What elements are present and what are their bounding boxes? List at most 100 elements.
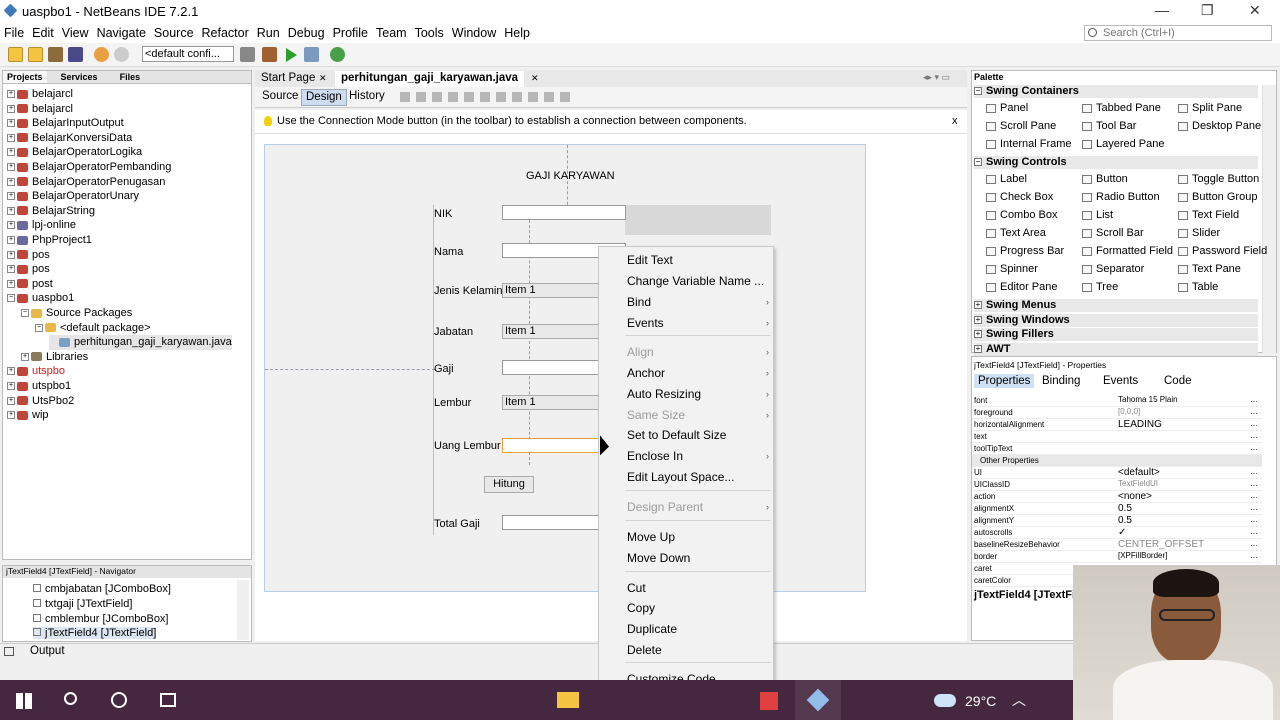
palette-item[interactable]: Label (986, 173, 1027, 185)
property-row[interactable]: toolTipText… (972, 443, 1262, 455)
windows-start-icon[interactable] (16, 693, 32, 709)
total-gaji-field[interactable] (502, 515, 612, 530)
menu-debug[interactable]: Debug (284, 24, 329, 40)
palette-section-header[interactable]: + Swing Windows (974, 313, 1258, 327)
tree-item[interactable]: + utspbo1 (7, 379, 71, 394)
tree-item[interactable]: + BelajarOperatorPembanding (7, 160, 171, 175)
expand-icon[interactable]: + (21, 352, 29, 361)
new-file-icon[interactable] (8, 47, 23, 62)
palette-item[interactable]: Split Pane (1178, 102, 1242, 114)
menu-view[interactable]: View (58, 24, 93, 40)
property-row[interactable]: UIClassID TextFieldUI… (972, 479, 1262, 491)
collapse-icon[interactable]: − (7, 294, 15, 303)
property-editor-button[interactable]: … (1250, 479, 1260, 490)
app-icon[interactable] (760, 692, 778, 710)
property-editor-button[interactable]: … (1250, 515, 1260, 526)
search-icon[interactable] (64, 692, 77, 705)
tab-services[interactable]: Services (57, 71, 102, 83)
collapse-icon[interactable]: − (974, 87, 982, 96)
chevron-up-icon[interactable]: ︿ (1012, 690, 1026, 710)
expand-icon[interactable]: + (7, 206, 15, 215)
palette-item[interactable]: Tabbed Pane (1082, 102, 1161, 114)
menu-run[interactable]: Run (253, 24, 284, 40)
palette-item[interactable]: Progress Bar (986, 245, 1064, 257)
output-tab[interactable]: Output (30, 645, 65, 657)
palette-section-header[interactable]: + AWT (974, 342, 1258, 356)
restore-button[interactable]: ❐ (1201, 2, 1214, 19)
property-value[interactable]: <default> (1118, 467, 1160, 478)
property-value[interactable]: <none> (1118, 491, 1152, 502)
tree-item[interactable]: + lpj-online (7, 218, 76, 233)
nav-item[interactable]: txtgaji [JTextField] (33, 598, 132, 610)
events-tab[interactable]: Events (1103, 375, 1138, 387)
expand-icon[interactable]: + (7, 367, 15, 376)
expand-icon[interactable]: + (974, 330, 982, 339)
context-menu-item[interactable]: Anchor (627, 366, 665, 380)
expand-icon[interactable]: + (974, 344, 982, 353)
palette-item[interactable]: Combo Box (986, 209, 1057, 221)
property-row[interactable]: horizontalAlignment LEADING… (972, 419, 1262, 431)
hint-close-button[interactable]: x (952, 115, 958, 127)
expand-icon[interactable]: + (7, 163, 15, 172)
cortana-icon[interactable] (111, 692, 127, 708)
palette-item[interactable]: Desktop Pane (1178, 120, 1261, 132)
tree-item[interactable]: + BelajarString (7, 204, 95, 219)
editor-window-controls[interactable]: ◂▸ ▾ ▭ (923, 72, 950, 83)
new-project-icon[interactable] (28, 47, 43, 62)
open-project-icon[interactable] (48, 47, 63, 62)
jenis-kelamin-combo[interactable]: Item 1 (502, 283, 612, 298)
property-row[interactable]: UI <default>… (972, 467, 1262, 479)
property-value[interactable]: CENTER_OFFSET (1118, 539, 1204, 550)
context-menu-item[interactable]: Copy (627, 601, 655, 615)
palette-item[interactable]: Scroll Pane (986, 120, 1056, 132)
minimize-button[interactable]: — (1155, 2, 1169, 18)
nav-item[interactable]: cmbjabatan [JComboBox] (33, 583, 171, 595)
palette-item[interactable]: Text Area (986, 227, 1046, 239)
property-row[interactable]: action <none>… (972, 491, 1262, 503)
tree-item[interactable]: + BelajarOperatorUnary (7, 189, 139, 204)
palette-item[interactable]: Check Box (986, 191, 1053, 203)
expand-icon[interactable]: + (7, 236, 15, 245)
expand-icon[interactable]: + (7, 411, 15, 420)
palette-item[interactable]: Panel (986, 102, 1028, 114)
clean-build-icon[interactable] (240, 47, 255, 62)
gaji-field[interactable] (502, 360, 612, 375)
collapse-icon[interactable]: − (974, 158, 982, 167)
property-row[interactable]: font Tahoma 15 Plain… (972, 395, 1262, 407)
tree-item[interactable]: + PhpProject1 (7, 233, 92, 248)
context-menu-item[interactable]: Edit Layout Space... (627, 470, 734, 484)
property-editor-button[interactable]: … (1250, 503, 1260, 514)
property-row[interactable]: foreground [0,0,0]… (972, 407, 1262, 419)
palette-item[interactable]: Slider (1178, 227, 1220, 239)
expand-icon[interactable]: + (7, 221, 15, 230)
file-explorer-icon[interactable] (557, 692, 579, 708)
tab-start-page[interactable]: Start Page (255, 71, 321, 87)
property-row[interactable]: alignmentY 0.5… (972, 515, 1262, 527)
palette-item[interactable]: Button (1082, 173, 1128, 185)
debug-icon[interactable] (304, 47, 319, 62)
menu-help[interactable]: Help (500, 24, 534, 40)
tree-item[interactable]: + wip (7, 408, 49, 423)
tree-item[interactable]: + BelajarInputOutput (7, 116, 124, 131)
palette-item[interactable]: Toggle Button (1178, 173, 1259, 185)
context-menu-item[interactable]: Move Up (627, 530, 675, 544)
tree-item[interactable]: − uaspbo1 (7, 291, 74, 306)
context-menu-item[interactable]: Bind (627, 295, 651, 309)
context-menu-item[interactable]: Edit Text (627, 253, 673, 267)
palette-item[interactable]: Formatted Field (1082, 245, 1173, 257)
palette-item[interactable]: List (1082, 209, 1113, 221)
redo-icon[interactable] (114, 47, 129, 62)
property-value[interactable]: [XPFillBorder] (1118, 551, 1167, 560)
property-value[interactable]: Tahoma 15 Plain (1118, 395, 1178, 404)
property-editor-button[interactable]: … (1250, 431, 1260, 442)
expand-icon[interactable]: + (7, 279, 15, 288)
property-value[interactable]: ✓ (1118, 527, 1126, 538)
build-icon[interactable] (262, 47, 277, 62)
property-row[interactable]: text… (972, 431, 1262, 443)
menu-source[interactable]: Source (150, 24, 198, 40)
property-editor-button[interactable]: … (1250, 407, 1260, 418)
profile-icon[interactable] (330, 47, 345, 62)
lembur-combo[interactable]: Item 1 (502, 395, 612, 410)
hitung-button[interactable]: Hitung (484, 476, 534, 493)
palette-item[interactable]: Text Field (1178, 209, 1239, 221)
